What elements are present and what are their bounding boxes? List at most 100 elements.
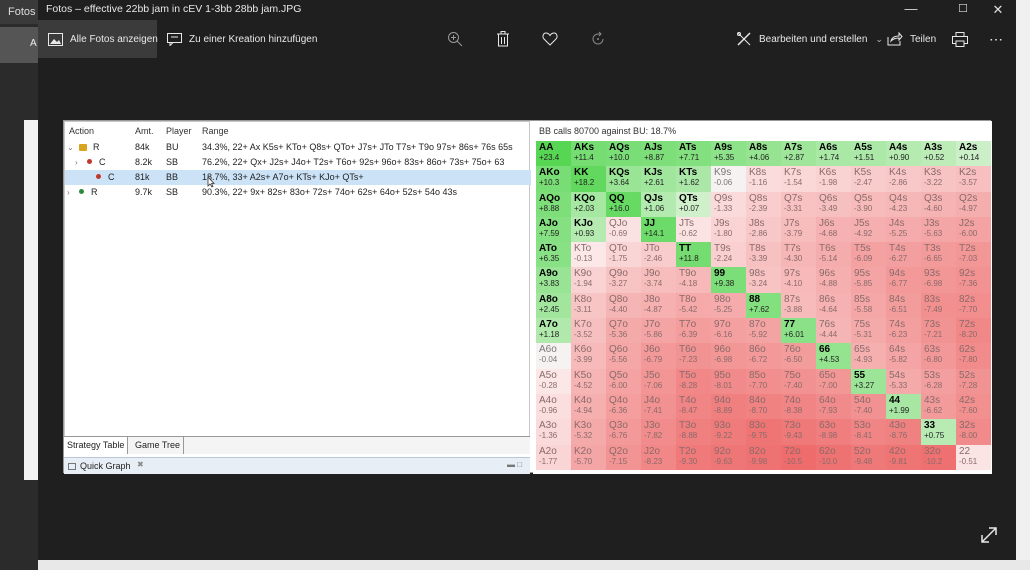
hand-cell[interactable]: T7o -6.39 <box>676 318 711 344</box>
header-action[interactable]: Action <box>69 126 131 136</box>
hand-cell[interactable]: Q3o -6.76 <box>606 419 641 445</box>
hand-cell[interactable]: 97s -4.10 <box>781 267 816 293</box>
hand-cell[interactable]: AQs +10.0 <box>606 141 641 167</box>
hand-cell[interactable]: KTs +1.62 <box>676 166 711 192</box>
hand-cell[interactable]: Q8s -2.39 <box>746 191 781 217</box>
hand-cell[interactable]: T3o -8.88 <box>676 419 711 445</box>
hand-cell[interactable]: JTo -2.46 <box>641 242 676 268</box>
hand-cell[interactable]: 62s -7.80 <box>956 343 991 369</box>
hand-cell[interactable]: J8o -4.87 <box>641 292 676 319</box>
hand-cell[interactable]: T5o -8.28 <box>676 368 711 394</box>
hand-cell[interactable]: K7s -1.54 <box>781 166 816 192</box>
hand-cell[interactable]: K4s -2.86 <box>886 166 921 192</box>
hand-cell[interactable]: A3o -1.36 <box>536 419 571 445</box>
expand-arrow-icon[interactable]: › <box>75 158 84 167</box>
hand-cell[interactable]: 44 +1.99 <box>886 393 921 420</box>
expand-icon[interactable] <box>978 524 1000 546</box>
hand-cell[interactable]: KQo +2.03 <box>571 191 606 217</box>
hand-cell[interactable]: 82o -9.98 <box>746 444 781 470</box>
hand-cell[interactable]: 32o -10.2 <box>921 444 956 470</box>
hand-cell[interactable]: KTo -0.13 <box>571 242 606 268</box>
hand-cell[interactable]: AA +23.4 <box>536 141 571 167</box>
collapse-arrow-icon[interactable]: ⌄ <box>67 143 76 152</box>
hand-cell[interactable]: J5o -7.06 <box>641 368 676 394</box>
hand-cell[interactable]: 84o -8.70 <box>746 393 781 420</box>
hand-cell[interactable]: Q3s -4.60 <box>921 191 956 217</box>
hand-cell[interactable]: 93s -6.98 <box>921 267 956 293</box>
hand-cell[interactable]: 72s -8.20 <box>956 318 991 344</box>
quick-graph-label[interactable]: Quick Graph <box>80 461 131 471</box>
hand-cell[interactable]: 43s -6.62 <box>921 393 956 420</box>
hand-cell[interactable]: A6s +1.74 <box>816 141 851 167</box>
hand-cell[interactable]: 94s -6.77 <box>886 267 921 293</box>
hand-cell[interactable]: K9s -0.06 <box>711 166 746 192</box>
edit-create-button[interactable]: Bearbeiten und erstellen ⌄ <box>736 20 883 58</box>
hand-cell[interactable]: 63s -6.80 <box>921 343 956 369</box>
hand-cell[interactable]: A7o +1.18 <box>536 318 571 344</box>
hand-cell[interactable]: T5s -6.09 <box>851 242 886 268</box>
hand-cell[interactable]: 32s -8.00 <box>956 419 991 445</box>
hand-cell[interactable]: KQs +3.64 <box>606 166 641 192</box>
hand-cell[interactable]: K6s -1.98 <box>816 166 851 192</box>
hand-cell[interactable]: J2o -8.23 <box>641 444 676 470</box>
hand-cell[interactable]: ATo +6.35 <box>536 242 571 268</box>
hand-cell[interactable]: Q5s -3.90 <box>851 191 886 217</box>
hand-cell[interactable]: 87s -3.88 <box>781 292 816 319</box>
hand-cell[interactable]: 95o -8.01 <box>711 368 746 394</box>
hand-cell[interactable]: K6o -3.99 <box>571 343 606 369</box>
hand-cell[interactable]: 73s -7.21 <box>921 318 956 344</box>
hand-cell[interactable]: J9s -1.80 <box>711 216 746 243</box>
hand-cell[interactable]: T2o -9.30 <box>676 444 711 470</box>
hand-cell[interactable]: J3s -5.63 <box>921 216 956 243</box>
hand-cell[interactable]: A5o -0.28 <box>536 368 571 394</box>
hand-cell[interactable]: QTo -1.75 <box>606 242 641 268</box>
hand-cell[interactable]: 83o -9.75 <box>746 419 781 445</box>
minimize-view-icon[interactable]: ▬ □ <box>507 460 522 469</box>
hand-cell[interactable]: J9o -3.74 <box>641 267 676 293</box>
hand-cell[interactable]: 77 +6.01 <box>781 318 816 344</box>
hand-cell[interactable]: A5s +1.51 <box>851 141 886 167</box>
hand-cell[interactable]: 55 +3.27 <box>851 368 886 394</box>
hand-cell[interactable]: A6o -0.04 <box>536 343 571 369</box>
hand-cell[interactable]: QQ +16.0 <box>606 191 641 217</box>
hand-cell[interactable]: A2s +0.14 <box>956 141 991 167</box>
hand-cell[interactable]: 22 -0.51 <box>956 444 991 470</box>
hand-cell[interactable]: 64o -7.93 <box>816 393 851 420</box>
header-player[interactable]: Player <box>166 126 202 136</box>
hand-cell[interactable]: 52s -7.28 <box>956 368 991 394</box>
hand-cell[interactable]: 84s -6.51 <box>886 292 921 319</box>
hand-cell[interactable]: J6s -4.68 <box>816 216 851 243</box>
hand-cell[interactable]: 75o -7.40 <box>781 368 816 394</box>
hand-cell[interactable]: 92o -9.63 <box>711 444 746 470</box>
maximize-button[interactable]: ☐ <box>948 2 978 15</box>
all-photos-button[interactable]: Alle Fotos anzeigen <box>38 20 158 58</box>
hand-cell[interactable]: 73o -9.43 <box>781 419 816 445</box>
close-button[interactable]: ✕ <box>983 2 1013 18</box>
hand-cell[interactable]: T8s -3.39 <box>746 242 781 268</box>
hand-cell[interactable]: Q2o -7.15 <box>606 444 641 470</box>
hand-cell[interactable]: 52o -9.48 <box>851 444 886 470</box>
hand-cell[interactable]: 42o -9.81 <box>886 444 921 470</box>
hand-cell[interactable]: AQo +8.88 <box>536 191 571 217</box>
hand-cell[interactable]: 88 +7.62 <box>746 292 781 319</box>
hand-cell[interactable]: AJo +7.59 <box>536 216 571 243</box>
hand-cell[interactable]: K8s -1.16 <box>746 166 781 192</box>
tree-row[interactable]: ⌄ R 84k BU 34.3%, 22+ Ax K5s+ KTo+ Q8s+ … <box>65 140 531 155</box>
hand-cell[interactable]: Q7o -5.36 <box>606 318 641 344</box>
hand-cell[interactable]: 98o -5.25 <box>711 292 746 319</box>
hand-cell[interactable]: JJ +14.1 <box>641 216 676 243</box>
hand-cell[interactable]: T7s -4.30 <box>781 242 816 268</box>
hand-cell[interactable]: 62o -10.0 <box>816 444 851 470</box>
hand-cell[interactable]: TT +11.8 <box>676 242 711 268</box>
hand-cell[interactable]: J6o -6.79 <box>641 343 676 369</box>
hand-cell[interactable]: QJs +1.06 <box>641 191 676 217</box>
hand-cell[interactable]: T4o -8.47 <box>676 393 711 420</box>
delete-icon[interactable] <box>493 30 513 48</box>
hand-cell[interactable]: JTs -0.62 <box>676 216 711 243</box>
hand-cell[interactable]: 53o -8.41 <box>851 419 886 445</box>
hand-cell[interactable]: 63o -8.98 <box>816 419 851 445</box>
hand-cell[interactable]: Q6o -5.56 <box>606 343 641 369</box>
hand-cell[interactable]: AKo +10.3 <box>536 166 571 192</box>
hand-cell[interactable]: T6s -5.14 <box>816 242 851 268</box>
expand-arrow-icon[interactable]: › <box>67 188 76 197</box>
